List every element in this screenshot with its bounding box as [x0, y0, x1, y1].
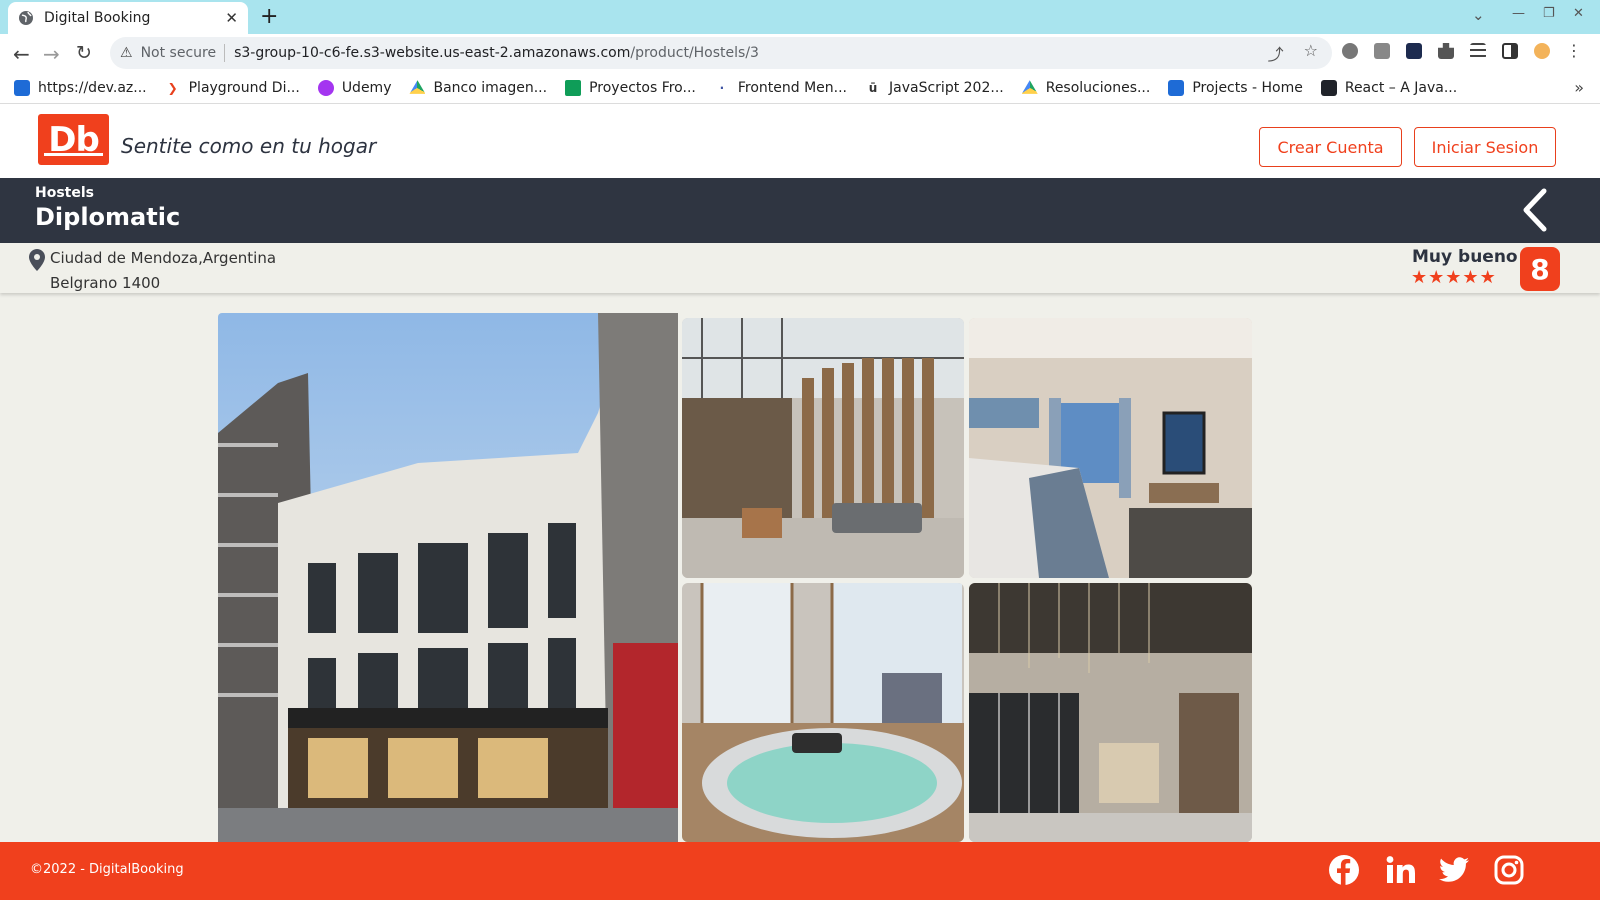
tab-search-icon[interactable]: ⌄ — [1472, 6, 1485, 24]
bookmark-label: Udemy — [341, 79, 392, 96]
create-account-button[interactable]: Crear Cuenta — [1259, 127, 1402, 167]
bookmark-label: Proyectos Fro... — [589, 79, 696, 96]
star-icon: ★ — [1411, 267, 1428, 288]
gallery-image-bedroom[interactable] — [969, 318, 1252, 578]
frontend-mentor-icon: · — [719, 80, 725, 95]
menu-kebab-icon[interactable]: ⋮ — [1566, 43, 1582, 59]
gallery-image-jacuzzi[interactable] — [682, 583, 964, 842]
location-bar: Ciudad de Mendoza,Argentina Belgrano 140… — [0, 243, 1600, 293]
reading-list-icon[interactable] — [1470, 43, 1486, 59]
google-drive-icon — [409, 80, 426, 94]
forward-arrow-icon[interactable]: → — [43, 42, 60, 66]
facebook-icon[interactable] — [1328, 854, 1360, 886]
star-icon: ★ — [1445, 267, 1462, 288]
rating-label: Muy bueno — [1412, 247, 1518, 267]
share-icon[interactable]: ⤴ — [1268, 41, 1284, 65]
copyright-text: ©2022 - DigitalBooking — [30, 862, 184, 877]
tab-title: Digital Booking — [44, 10, 151, 26]
side-panel-icon[interactable] — [1502, 43, 1518, 59]
url-path: /product/Hostels/3 — [630, 45, 759, 61]
product-category: Hostels — [35, 185, 94, 201]
logo[interactable]: Db — [38, 114, 109, 165]
browser-tab[interactable]: Digital Booking ✕ — [8, 2, 248, 34]
close-window-icon[interactable]: ✕ — [1573, 6, 1584, 21]
linkedin-icon[interactable] — [1384, 854, 1416, 886]
bookmark-label: Frontend Men... — [737, 79, 848, 96]
bookmark-label: Banco imagen... — [433, 79, 548, 96]
product-city: Ciudad de Mendoza,Argentina — [50, 249, 277, 267]
react-icon — [1320, 79, 1337, 96]
bookmark-item[interactable]: · Frontend Men... — [714, 80, 847, 96]
javascript-icon: ū — [868, 80, 878, 95]
browser-toolbar: ← → ↻ ⚠ Not secure s3-group-10-c6-fe.s3-… — [0, 34, 1600, 72]
react-devtools-icon[interactable] — [1406, 43, 1422, 59]
image-gallery — [0, 293, 1600, 842]
bookmark-item[interactable]: https://dev.az... — [14, 79, 147, 96]
star-icon: ★ — [1462, 267, 1479, 288]
more-bookmarks-icon[interactable]: » — [1574, 78, 1584, 97]
reload-icon[interactable]: ↻ — [76, 42, 92, 64]
bookmark-item[interactable]: Projects - Home — [1168, 79, 1303, 96]
bookmark-label: https://dev.az... — [38, 79, 147, 96]
bookmark-item[interactable]: ū JavaScript 202... — [865, 80, 1004, 96]
bookmark-label: React – A Java... — [1344, 79, 1458, 96]
new-tab-icon[interactable]: + — [260, 4, 278, 29]
bookmark-item[interactable]: Udemy — [317, 79, 392, 96]
bookmark-label: Resoluciones... — [1045, 79, 1151, 96]
location-pin-icon — [29, 249, 45, 271]
bookmark-item[interactable]: React – A Java... — [1320, 79, 1458, 96]
back-arrow-icon[interactable]: ← — [13, 42, 30, 66]
product-title-bar: Hostels Diplomatic — [0, 178, 1600, 243]
browser-tab-strip: Digital Booking ✕ + ⌄ — ❐ ✕ — [0, 0, 1600, 34]
gallery-image-lobby[interactable] — [682, 318, 964, 578]
bookmark-label: JavaScript 202... — [889, 79, 1004, 96]
puzzle-icon[interactable] — [1438, 43, 1454, 59]
star-icon: ★ — [1479, 267, 1496, 288]
extension-icon[interactable] — [1374, 43, 1390, 59]
udemy-icon — [317, 79, 334, 96]
chevron-right-icon: ❯ — [167, 80, 178, 95]
extensions-area: ⋮ — [1342, 43, 1582, 59]
restore-icon[interactable]: ❐ — [1543, 6, 1555, 21]
warning-icon[interactable]: ⚠ — [120, 45, 133, 61]
login-button[interactable]: Iniciar Sesion — [1414, 127, 1556, 167]
extension-icon[interactable] — [1342, 43, 1358, 59]
bookmark-item[interactable]: Banco imagen... — [409, 80, 547, 96]
tagline: Sentite como en tu hogar — [121, 134, 377, 158]
star-icon: ★ — [1428, 267, 1445, 288]
sheets-icon — [565, 79, 582, 96]
twitter-icon[interactable] — [1438, 854, 1470, 886]
product-address: Belgrano 1400 — [50, 274, 161, 292]
minimize-icon[interactable]: — — [1512, 6, 1525, 21]
star-bookmark-icon[interactable]: ☆ — [1304, 41, 1318, 65]
close-tab-icon[interactable]: ✕ — [225, 9, 238, 27]
bookmarks-bar: https://dev.az... ❯ Playground Di... Udemy B… — [0, 72, 1600, 104]
address-bar[interactable]: ⚠ Not secure s3-group-10-c6-fe.s3-websit… — [110, 37, 1332, 69]
divider — [224, 44, 226, 62]
bookmark-label: Projects - Home — [1192, 79, 1303, 96]
product-name: Diplomatic — [35, 203, 181, 231]
rating-score-badge: 8 — [1520, 247, 1560, 291]
azure-devops-icon — [14, 79, 30, 96]
security-label[interactable]: Not secure — [141, 45, 217, 61]
bookmark-item[interactable]: ❯ Playground Di... — [165, 80, 300, 96]
globe-icon — [18, 10, 34, 26]
site-footer: ©2022 - DigitalBooking — [0, 842, 1600, 900]
bookmark-item[interactable]: Proyectos Fro... — [565, 79, 696, 96]
url-host: s3-group-10-c6-fe.s3-website.us-east-2.a… — [234, 45, 631, 61]
instagram-icon[interactable] — [1493, 854, 1525, 886]
azure-devops-icon — [1168, 79, 1185, 96]
gallery-image-main[interactable] — [218, 313, 678, 842]
bookmark-item[interactable]: Resoluciones... — [1021, 79, 1151, 96]
google-drive-icon — [1021, 80, 1038, 94]
chevron-left-icon[interactable] — [1520, 187, 1550, 233]
bookmark-label: Playground Di... — [188, 79, 300, 96]
avatar[interactable] — [1534, 43, 1550, 59]
rating-stars: ★ ★ ★ ★ ★ — [1411, 269, 1496, 287]
site-header: Db Sentite como en tu hogar Crear Cuenta… — [0, 104, 1600, 178]
gallery-image-reception[interactable] — [969, 583, 1252, 842]
